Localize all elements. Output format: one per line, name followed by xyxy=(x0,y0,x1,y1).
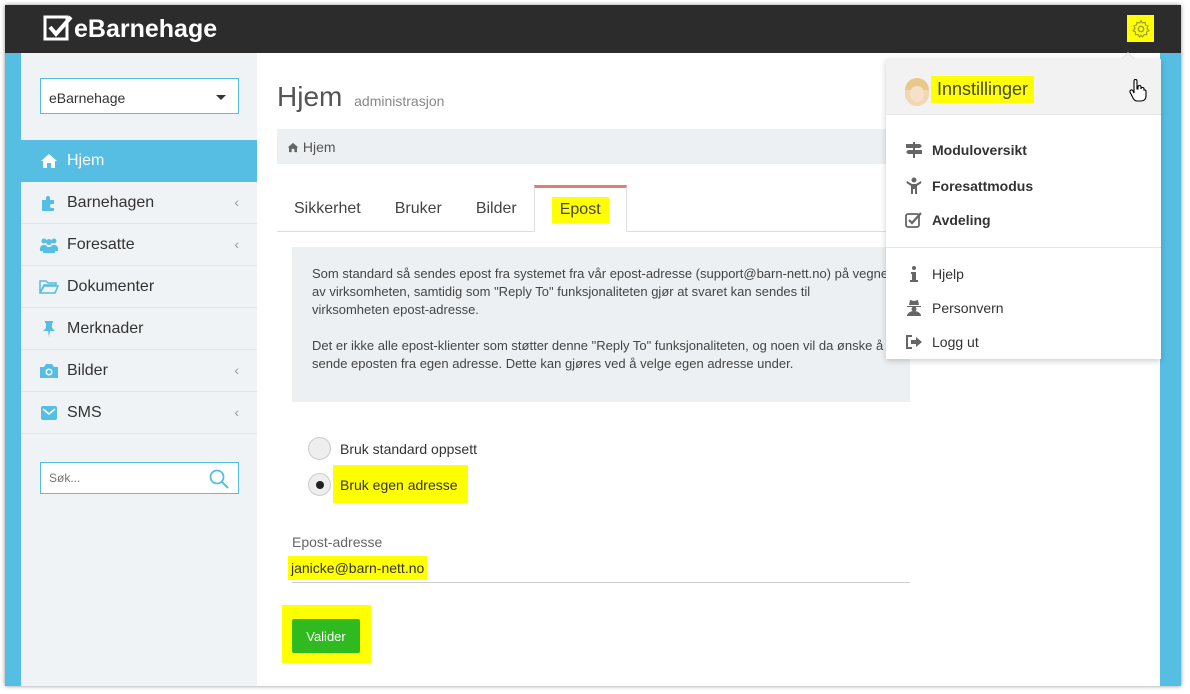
menu-item-personvern[interactable]: Personvern xyxy=(905,299,1004,317)
breadcrumb-link[interactable]: Hjem xyxy=(303,139,336,155)
radio-custom-label: Bruk egen adresse xyxy=(340,476,458,493)
email-field-value[interactable]: janicke@barn-nett.no xyxy=(288,556,428,580)
users-icon xyxy=(39,236,59,254)
sidebar-item-label: Dokumenter xyxy=(67,277,155,295)
sidebar-item-label: Foresatte xyxy=(67,235,135,253)
tab-bar: Sikkerhet Bruker Bilder Epost xyxy=(277,185,889,232)
menu-item-foresattmodus[interactable]: Foresattmodus xyxy=(905,177,1033,195)
settings-gear-button[interactable] xyxy=(1127,15,1154,42)
info-paragraph-1: Som standard så sendes epost fra systeme… xyxy=(312,266,889,317)
gear-icon xyxy=(1131,18,1150,38)
info-paragraph-2: Det er ikke alle epost-klienter som støt… xyxy=(312,338,884,371)
camera-icon xyxy=(39,362,59,380)
dropdown-title: Innstillinger xyxy=(931,76,1035,103)
dropdown-divider xyxy=(886,247,1161,248)
page-subtitle: administrasjon xyxy=(354,93,445,109)
sidebar-nav: Hjem Barnehagen ‹ Foresatte ‹ Dokumenter… xyxy=(21,140,257,434)
institution-select[interactable]: eBarnehage xyxy=(40,78,239,114)
sidebar-item-label: SMS xyxy=(67,403,102,421)
menu-item-label: Foresattmodus xyxy=(932,178,1034,194)
search-icon[interactable] xyxy=(208,468,230,490)
sidebar-item-hjem[interactable]: Hjem xyxy=(21,140,257,182)
page-title: Hjem administrasjon xyxy=(277,81,444,113)
chevron-left-icon: ‹ xyxy=(234,194,239,210)
chevron-left-icon: ‹ xyxy=(234,362,239,378)
avatar xyxy=(905,78,929,106)
settings-dropdown: Innstillinger Moduloversikt Foresattmodu… xyxy=(886,52,1161,359)
check-square-icon xyxy=(905,211,923,229)
pin-icon xyxy=(39,320,59,338)
right-accent-strip xyxy=(1160,53,1181,686)
sign-out-icon xyxy=(905,333,923,351)
home-icon xyxy=(39,152,59,170)
institution-select-value: eBarnehage xyxy=(49,90,126,106)
hand-cursor-icon xyxy=(1129,79,1147,102)
dropdown-header: Innstillinger xyxy=(886,59,1161,115)
top-navbar: eBarnehage xyxy=(5,5,1181,53)
app-window: eBarnehage eBarnehage Hjem Barnehagen ‹ … xyxy=(5,5,1181,686)
sidebar-item-barnehagen[interactable]: Barnehagen ‹ xyxy=(21,182,257,224)
radio-standard-label: Bruk standard oppsett xyxy=(340,440,477,457)
tab-label: Bruker xyxy=(394,199,442,217)
tab-label: Bilder xyxy=(475,199,517,217)
tab-epost[interactable]: Epost xyxy=(533,185,627,232)
search-input[interactable] xyxy=(49,464,199,492)
menu-item-label: Avdeling xyxy=(932,212,991,228)
caret-down-icon xyxy=(216,95,226,100)
folder-icon xyxy=(39,278,59,296)
radio-standard[interactable]: Bruk standard oppsett xyxy=(308,437,477,460)
menu-item-hjelp[interactable]: Hjelp xyxy=(905,265,964,283)
menu-item-label: Hjelp xyxy=(932,266,964,282)
sidebar-item-bilder[interactable]: Bilder ‹ xyxy=(21,350,257,392)
sidebar-search xyxy=(40,462,239,494)
email-field[interactable]: janicke@barn-nett.no xyxy=(288,556,910,583)
info-icon xyxy=(905,265,923,283)
sidebar-item-sms[interactable]: SMS ‹ xyxy=(21,392,257,434)
sidebar: eBarnehage Hjem Barnehagen ‹ Foresatte ‹… xyxy=(21,53,257,686)
tab-label: Sikkerhet xyxy=(294,199,361,217)
page-title-text: Hjem xyxy=(277,81,343,112)
sidebar-item-label: Hjem xyxy=(67,152,105,169)
menu-item-label: Logg ut xyxy=(932,334,979,350)
puzzle-icon xyxy=(39,194,59,212)
sidebar-item-label: Bilder xyxy=(67,361,108,379)
user-secret-icon xyxy=(905,299,923,317)
email-field-label: Epost-adresse xyxy=(292,534,383,550)
signpost-icon xyxy=(905,141,923,159)
tab-label: Epost xyxy=(551,196,609,223)
sidebar-item-dokumenter[interactable]: Dokumenter xyxy=(21,266,257,308)
sidebar-item-foresatte[interactable]: Foresatte ‹ xyxy=(21,224,257,266)
radio-custom[interactable]: Bruk egen adresse xyxy=(308,473,458,496)
checkbox-logo-icon xyxy=(43,15,73,41)
tab-sikkerhet[interactable]: Sikkerhet xyxy=(277,185,378,232)
envelope-icon xyxy=(39,404,59,422)
sidebar-item-label: Merknader xyxy=(67,319,144,337)
radio-custom-circle[interactable] xyxy=(308,473,331,496)
menu-item-moduloversikt[interactable]: Moduloversikt xyxy=(905,141,1027,159)
child-icon xyxy=(905,177,923,195)
menu-item-label: Moduloversikt xyxy=(932,142,1027,158)
chevron-left-icon: ‹ xyxy=(234,404,239,420)
menu-item-label: Personvern xyxy=(932,300,1004,316)
menu-item-avdeling[interactable]: Avdeling xyxy=(905,211,991,229)
validate-button[interactable]: Valider xyxy=(292,619,360,653)
sidebar-item-label: Barnehagen xyxy=(67,193,155,211)
tab-bruker[interactable]: Bruker xyxy=(378,185,459,232)
dropdown-arrow xyxy=(1121,52,1135,59)
info-box: Som standard så sendes epost fra systeme… xyxy=(292,247,910,402)
logo-text: eBarnehage xyxy=(74,14,218,43)
home-icon xyxy=(287,142,299,153)
left-accent-strip xyxy=(5,53,21,686)
app-logo[interactable]: eBarnehage xyxy=(43,11,217,47)
tab-bilder[interactable]: Bilder xyxy=(459,185,534,232)
radio-standard-circle[interactable] xyxy=(308,437,331,460)
sidebar-item-merknader[interactable]: Merknader xyxy=(21,308,257,350)
menu-item-logg-ut[interactable]: Logg ut xyxy=(905,333,979,351)
chevron-left-icon: ‹ xyxy=(234,236,239,252)
